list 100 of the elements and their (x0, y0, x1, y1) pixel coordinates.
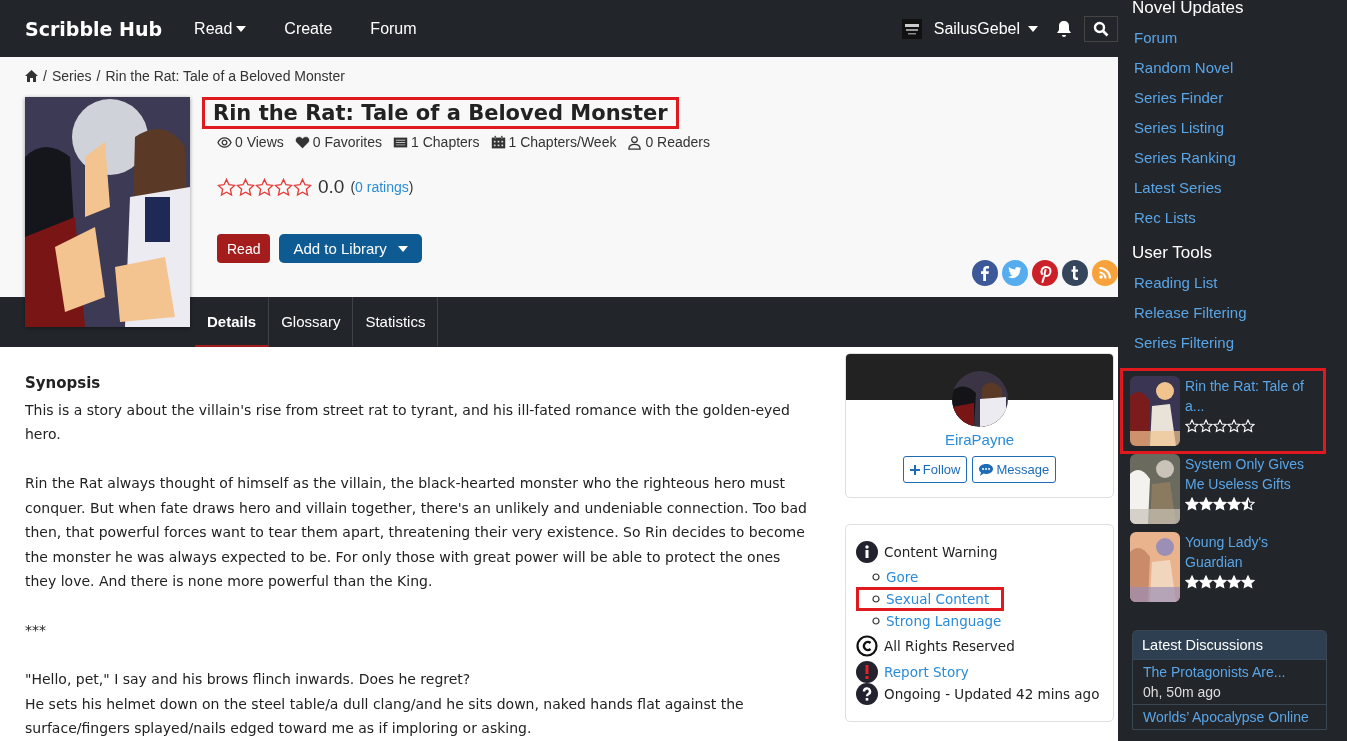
exclamation-icon (856, 661, 878, 683)
copyright-icon (856, 635, 878, 657)
rating-value: 0.0 (318, 176, 345, 198)
star-icon (1213, 575, 1227, 589)
calendar-icon (490, 134, 506, 150)
sidebar-link[interactable]: Forum (1132, 23, 1347, 53)
bell-icon[interactable] (1056, 19, 1072, 38)
star-icon (1185, 497, 1199, 511)
highlight-frame[interactable]: Rin the Rat: Tale of a... (1120, 368, 1326, 454)
star-icon (1241, 575, 1255, 589)
star-icon (1199, 575, 1213, 589)
stat-text: 0 Favorites (312, 134, 383, 150)
eye-icon (217, 134, 232, 150)
status-text: Ongoing - Updated 42 mins ago (884, 686, 1100, 702)
bullet-icon (872, 573, 880, 581)
star-icon (255, 177, 274, 197)
tab[interactable]: Glossary (269, 297, 354, 347)
stat-text: 0 Readers (645, 134, 710, 150)
license-text: All Rights Reserved (884, 638, 1015, 654)
search-icon (1093, 20, 1109, 37)
sidebar-link[interactable]: Latest Series (1132, 173, 1347, 203)
follow-button[interactable]: Follow (902, 456, 968, 483)
list-icon (393, 134, 409, 150)
facebook-icon[interactable] (972, 260, 998, 286)
bullet-icon (872, 617, 880, 625)
plus-icon (909, 464, 920, 475)
sidebar-link[interactable]: Series Finder (1132, 83, 1347, 113)
star-icon (1227, 497, 1241, 511)
warning-link[interactable]: Gore (886, 569, 919, 585)
caret-icon (397, 245, 408, 252)
warning-link[interactable]: Strong Language (886, 613, 1002, 629)
synopsis-text: This is a story about the villain's rise from street rat to tyrant, and his ill-fated romance with the golden-eyed hero. (25, 400, 791, 444)
novel-title-link[interactable]: System Only Gives Me Useless Gifts (1185, 454, 1315, 494)
discussion-link[interactable]: Worlds’ Apocalypse Online (1143, 707, 1316, 727)
series-title: Rin the Rat: Tale of a Beloved Monster (202, 97, 679, 129)
breadcrumb-link[interactable]: Series (51, 68, 92, 84)
info-icon (856, 541, 878, 563)
stat-text: 1 Chapters/Week (508, 134, 617, 150)
nav-link[interactable]: Read (194, 19, 247, 38)
sidebar-link[interactable]: Series Listing (1132, 113, 1347, 143)
synopsis-text: "Hello, pet," I say and his brows flinch inwards. Does he regret? (25, 670, 472, 689)
chat-icon (979, 463, 994, 476)
panel-header: Latest Discussions (1133, 631, 1326, 659)
breadcrumb-separator: / (43, 68, 47, 84)
bullet-icon (872, 595, 880, 603)
tab[interactable]: Details (195, 297, 270, 347)
nav-link[interactable]: Forum (370, 19, 417, 38)
discussion-link[interactable]: The Protagonists Are... (1143, 662, 1316, 682)
search-button[interactable] (1084, 15, 1118, 42)
author-link[interactable]: EiraPayne (944, 431, 1015, 448)
star-icon (1227, 419, 1241, 433)
question-icon (856, 683, 878, 705)
section-heading: Synopsis (25, 373, 102, 394)
user-icon (627, 134, 643, 150)
discussion-time: 0h, 50m ago (1143, 683, 1222, 702)
synopsis-text: He sets his helmet down on the steel table/a dull clang/and he sits down, naked hands flat against the surface/fingers splayed/nails edged toward me as if imploring or asking. (25, 694, 745, 738)
user-menu[interactable]: SailusGebel (933, 19, 1038, 38)
rating-stars[interactable] (217, 177, 312, 197)
star-icon (236, 177, 255, 197)
ratings-link[interactable]: 0 ratings (355, 179, 409, 195)
sidebar-heading: User Tools (1132, 242, 1213, 264)
star-icon (1199, 497, 1213, 511)
stat-text: 1 Chapters (411, 134, 480, 150)
sidebar-heading: Novel Updates (1132, 0, 1245, 19)
star-icon (1213, 497, 1227, 511)
content-warning-label: Content Warning (884, 544, 998, 560)
star-icon (1241, 419, 1255, 433)
site-logo[interactable]: Scribble Hub (25, 17, 163, 40)
star-icon (1241, 497, 1255, 511)
sidebar-link[interactable]: Release Filtering (1132, 298, 1347, 328)
sidebar-link[interactable]: Rec Lists (1132, 203, 1347, 233)
sidebar-link[interactable]: Reading List (1132, 268, 1347, 298)
breadcrumb-separator: / (96, 68, 101, 84)
breadcrumb-link[interactable]: Rin the Rat: Tale of a Beloved Monster (105, 68, 345, 84)
stat-text: 0 Views (235, 134, 284, 150)
tab[interactable]: Statistics (353, 297, 439, 347)
star-icon (217, 177, 236, 197)
caret-icon (1028, 25, 1038, 32)
star-icon (1185, 575, 1199, 589)
star-icon (1227, 575, 1241, 589)
home-icon[interactable] (25, 70, 38, 82)
report-story-link[interactable]: Report Story (884, 664, 969, 680)
tumblr-icon[interactable] (1062, 260, 1088, 286)
read-button[interactable]: Read (217, 234, 271, 263)
message-button[interactable]: Message (972, 456, 1057, 483)
sidebar-link[interactable]: Series Ranking (1132, 143, 1347, 173)
pinterest-icon[interactable] (1032, 260, 1058, 286)
sidebar-link[interactable]: Random Novel (1132, 53, 1347, 83)
novel-title-link[interactable]: Rin the Rat: Tale of a... (1185, 376, 1315, 416)
star-icon (274, 177, 293, 197)
rating-count: (0 ratings) (350, 179, 414, 195)
star-icon (1185, 419, 1199, 433)
synopsis-text: Rin the Rat always thought of himself as the villain, the black-hearted monster who the righteous hero must conquer. But when fate draws hero and villain together, there's an unlikely and undeniable connection. Too bad then, that powerful forces want to tear them apart, threatening their very existence. So Rin decides to become the monster he was always expected to be. For only those with great power will be able to protect the ones they love. And there is none more powerful than the King. (25, 474, 808, 591)
add-to-library-button[interactable]: Add to Library (279, 234, 422, 263)
novel-title-link[interactable]: Young Lady's Guardian (1185, 532, 1315, 572)
star-icon (293, 177, 312, 197)
sidebar-link[interactable]: Series Filtering (1132, 328, 1347, 358)
warning-link[interactable]: Sexual Content (886, 591, 990, 607)
nav-link[interactable]: Create (284, 19, 333, 38)
synopsis-text: *** (25, 621, 47, 640)
